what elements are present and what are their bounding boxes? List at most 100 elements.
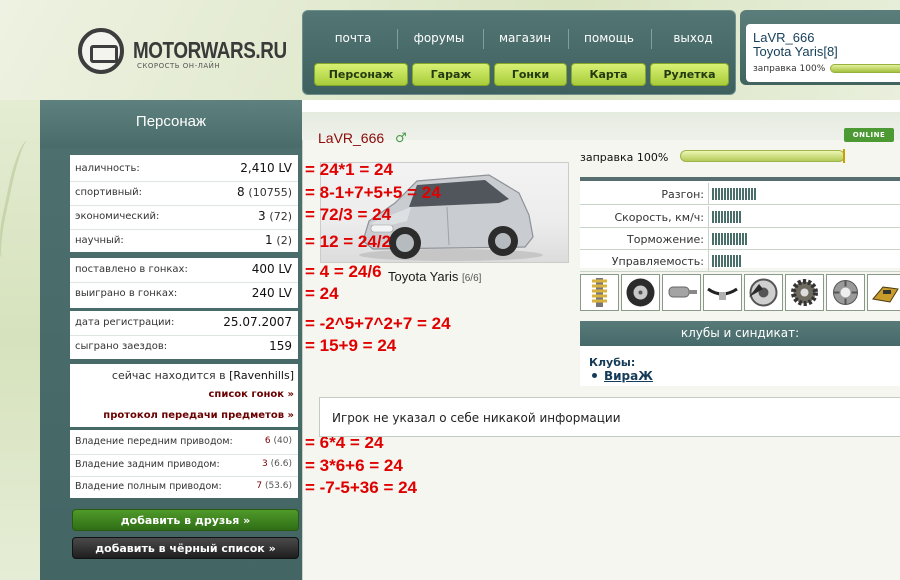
stat-tick (730, 211, 732, 223)
gear-icon[interactable] (785, 274, 824, 311)
stat-label: научный: (75, 235, 124, 246)
nav-separator (483, 29, 484, 49)
battery-icon[interactable] (867, 274, 900, 311)
stat-tick (718, 211, 720, 223)
stat-tick (739, 233, 741, 245)
user-car[interactable]: Toyota Yaris[8] (753, 44, 838, 59)
stat-tick (730, 255, 732, 267)
annotation-text: = 8-1+7+5+5 = 24 (305, 183, 441, 202)
stat-row: экономический: 3 (72) (70, 205, 298, 227)
stat-tick (745, 188, 747, 200)
stat-row: поставлено в гонках: 400 LV (70, 258, 298, 280)
stat-tick (712, 233, 714, 245)
stat-tick (727, 255, 729, 267)
suspension-icon[interactable] (580, 274, 619, 311)
decorative-leaves (0, 100, 40, 580)
logo-text[interactable]: MOTORWARS.RU (133, 37, 287, 64)
stat-value: 159 (269, 339, 292, 353)
stat-tick (739, 211, 741, 223)
row-divider (70, 181, 298, 182)
stat-value: 3 (72) (257, 209, 292, 223)
stat-tick (724, 233, 726, 245)
race-list-link[interactable]: список гонок » (70, 389, 294, 400)
nav-races-button[interactable]: Гонки (494, 63, 567, 86)
add-friend-button[interactable]: добавить в друзья » (72, 509, 299, 531)
nav-map-button[interactable]: Карта (571, 63, 646, 86)
car-stat-row: Управляемость: (580, 250, 900, 272)
fuel-bar (680, 150, 845, 162)
annotation-text: = 12 = 24/2 (305, 232, 392, 251)
stat-tick (733, 211, 735, 223)
nav-logout-link[interactable]: выход (655, 31, 731, 45)
turbo-icon[interactable] (826, 274, 865, 311)
profile-name: LaVR_666 (318, 130, 385, 146)
stat-label: Владение передним приводом: (75, 436, 233, 447)
bullet-icon (592, 373, 597, 378)
stat-tick (712, 255, 714, 267)
seatbelt-icon[interactable] (703, 274, 742, 311)
car-slots: [6/6] (461, 273, 482, 284)
stat-tick (748, 188, 750, 200)
stat-value: 8 (10755) (236, 185, 292, 199)
stat-tick (739, 255, 741, 267)
stat-tick (736, 188, 738, 200)
nav-roulette-button[interactable]: Рулетка (650, 63, 729, 86)
stat-label: поставлено в гонках: (75, 264, 188, 275)
nav-help-link[interactable]: помощь (571, 31, 647, 45)
stat-row: Владение полным приводом: 7 (53.6) (70, 476, 298, 498)
nav-mail-link[interactable]: почта (317, 31, 389, 45)
stat-value: 1 (2) (264, 233, 292, 247)
stat-row: научный: 1 (2) (70, 229, 298, 251)
cell-divider (708, 250, 709, 272)
car-stat-row: Разгон: (580, 183, 900, 205)
row-divider (70, 335, 298, 336)
stat-label: выиграно в гонках: (75, 288, 178, 299)
stat-value: 7 (53.6) (256, 481, 292, 491)
user-fuel-bar (830, 64, 900, 73)
nav-garage-button[interactable]: Гараж (412, 63, 490, 86)
stat-tick (736, 255, 738, 267)
car-stat-label: Торможение: (627, 233, 704, 246)
male-gender-icon: ♂ (395, 131, 407, 146)
transfer-log-link[interactable]: протокол передачи предметов » (70, 410, 294, 421)
stat-row: Владение задним приводом: 3 (6.6) (70, 454, 298, 476)
stat-row: сыграно заездов: 159 (70, 335, 298, 357)
stat-label: Владение задним приводом: (75, 459, 220, 470)
nav-separator (568, 29, 569, 49)
nav-forums-link[interactable]: форумы (401, 31, 477, 45)
nav-separator (397, 29, 398, 49)
stat-value: 400 LV (251, 262, 292, 276)
stat-tick (727, 233, 729, 245)
location-value[interactable]: [Ravenhills] (229, 369, 294, 382)
stat-tick (715, 255, 717, 267)
car-stat-label: Скорость, км/ч: (614, 211, 704, 224)
user-name[interactable]: LaVR_666 (753, 30, 814, 45)
row-divider (70, 282, 298, 283)
page-title: Персонаж (135, 113, 207, 130)
stat-tick (751, 188, 753, 200)
tire-icon[interactable] (621, 274, 660, 311)
stat-label: экономический: (75, 211, 160, 222)
car-stat-bar (712, 233, 748, 245)
club-link[interactable]: ВираЖ (604, 369, 653, 383)
car-stat-row: Скорость, км/ч: (580, 206, 900, 228)
car-stat-bar (712, 255, 742, 267)
car-stat-bar (712, 188, 757, 200)
stat-tick (733, 188, 735, 200)
annotation-text: = 24*1 = 24 (305, 160, 393, 179)
logo-icon[interactable] (78, 28, 124, 74)
add-blacklist-button[interactable]: добавить в чёрный список » (72, 537, 299, 559)
nav-character-button[interactable]: Персонаж (314, 63, 408, 86)
car-stat-bar (712, 211, 742, 223)
annotation-text: = 15+9 = 24 (305, 336, 397, 355)
stat-tick (730, 188, 732, 200)
nav-shop-link[interactable]: магазин (487, 31, 563, 45)
row-divider (70, 454, 298, 455)
stat-tick (718, 188, 720, 200)
brake-disc-icon[interactable] (744, 274, 783, 311)
exhaust-icon[interactable] (662, 274, 701, 311)
stat-tick (733, 255, 735, 267)
car-stat-label: Управляемость: (611, 255, 704, 268)
stat-value: 25.07.2007 (223, 315, 292, 329)
stat-tick (718, 233, 720, 245)
